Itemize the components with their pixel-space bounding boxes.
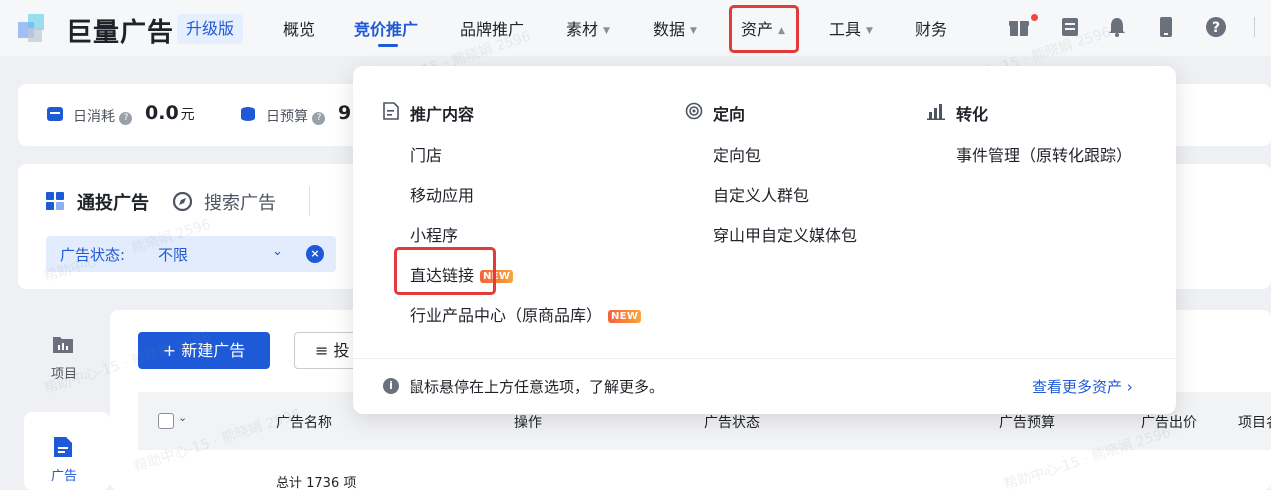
chevron-down-icon[interactable]: ⌄ [178,411,187,424]
grid-icon [46,192,64,210]
wallet-icon [47,107,63,121]
nav-finance[interactable]: 财务 [915,16,947,40]
compass-icon [173,192,192,211]
daily-cost-label: 日消耗 ? [73,106,133,126]
menu-item-store[interactable]: 门店 [410,142,442,166]
divider [1254,17,1255,37]
top-nav-bar: 巨量广告 升级版 概览 竞价推广 品牌推广 素材 ▼ 数据 ▼ 资产 ▲ 工具 ▼ 财务… [0,0,1271,56]
daily-budget-value: 9 [338,102,352,124]
logo-icon [18,14,52,44]
menu-item-industry-product-center-label: 行业产品中心（原商品库） [410,306,603,325]
daily-cost-unit: 元 [180,107,195,123]
nav-data[interactable]: 数据 ▼ [653,16,697,40]
new-badge: NEW [608,310,642,323]
help-icon[interactable]: ? [312,112,326,125]
daily-cost-value: 0.0 元 [145,102,195,124]
ad-status-filter[interactable]: 广告状态: 不限 ⌄ × [46,236,336,272]
daily-budget-label-text: 日预算 [266,109,308,125]
upgrade-badge[interactable]: 升级版 [177,14,244,44]
help-icon[interactable]: ? [1205,16,1227,38]
notification-dot [1031,14,1038,21]
view-more-assets-link[interactable]: 查看更多资产 › [1032,376,1133,397]
nav-material[interactable]: 素材 ▼ [566,16,610,40]
caret-down-icon: ▼ [690,26,697,36]
highlight-direct-link-box [394,247,496,295]
divider [309,186,310,216]
column-header-ad-budget[interactable]: 广告预算 [999,412,1055,432]
document-icon [383,102,399,120]
column-header-ad-status[interactable]: 广告状态 [704,412,760,432]
sidebar-item-project[interactable]: 项目 [34,363,94,382]
document-icon[interactable] [1059,16,1081,38]
nav-tools[interactable]: 工具 ▼ [829,16,873,40]
menu-item-targeting-package[interactable]: 定向包 [713,142,761,166]
daily-cost-number: 0.0 [145,102,179,124]
ad-doc-icon [54,437,72,457]
assets-dropdown-menu: 推广内容 门店 移动应用 小程序 直达链接 NEW 行业产品中心（原商品库） NEW… [353,66,1176,414]
target-icon [685,102,703,120]
column-header-ad-name[interactable]: 广告名称 [276,412,332,432]
chevron-down-icon: ⌄ [272,244,283,259]
nav-material-label: 素材 [566,20,599,39]
phone-icon[interactable] [1155,16,1177,38]
filter-value: 不限 [158,246,189,264]
caret-down-icon: ▼ [603,26,610,36]
caret-down-icon: ▼ [866,26,873,36]
menu-item-mobile-app[interactable]: 移动应用 [410,182,474,206]
clear-filter-icon[interactable]: × [306,245,324,263]
menu-item-custom-audience[interactable]: 自定义人群包 [713,182,809,206]
sidebar-item-ad[interactable]: 广告 [34,465,94,484]
filter-label: 广告状态: [60,246,126,264]
dropdown-hint-text: 鼠标悬停在上方任意选项，了解更多。 [409,378,665,396]
menu-item-mini-program[interactable]: 小程序 [410,222,458,246]
menu-item-event-management[interactable]: 事件管理（原转化跟踪） [956,142,1132,166]
bar-chart-icon [927,104,945,120]
info-icon: i [383,378,399,394]
folder-icon [53,337,73,353]
divider [353,358,1176,359]
nav-overview[interactable]: 概览 [283,16,315,40]
column-header-project-name[interactable]: 项目名 [1238,412,1271,432]
nav-active-indicator [378,44,398,47]
help-icon[interactable]: ? [119,112,133,125]
dropdown-section-conversion: 转化 [956,105,989,124]
tab-search-ads[interactable]: 搜索广告 [204,189,276,215]
highlight-assets-box [729,5,799,53]
bell-icon[interactable] [1106,16,1128,38]
nav-brand-promotion[interactable]: 品牌推广 [460,16,524,40]
daily-cost-label-text: 日消耗 [73,109,115,125]
coins-icon [241,107,255,121]
tab-tongtou-ads[interactable]: 通投广告 [77,189,149,215]
svg-text:?: ? [1212,20,1220,36]
dropdown-section-promotion-content: 推广内容 [410,105,475,124]
menu-item-pangle-media-package[interactable]: 穿山甲自定义媒体包 [713,222,857,246]
logo-text: 巨量广告 [66,18,175,48]
column-header-actions: 操作 [514,415,542,431]
nav-tools-label: 工具 [829,20,862,39]
dropdown-section-targeting: 定向 [713,105,746,124]
menu-item-industry-product-center[interactable]: 行业产品中心（原商品库） NEW [410,302,642,326]
nav-bidding-promotion[interactable]: 竞价推广 [354,16,418,40]
column-header-ad-bid[interactable]: 广告出价 [1141,412,1197,432]
new-ad-button[interactable]: + 新建广告 [138,332,270,369]
nav-data-label: 数据 [653,20,686,39]
daily-budget-label: 日预算 ? [266,106,326,126]
total-count: 总计 1736 项 [276,476,357,490]
gift-icon[interactable] [1008,16,1030,38]
select-all-checkbox[interactable] [158,413,174,429]
